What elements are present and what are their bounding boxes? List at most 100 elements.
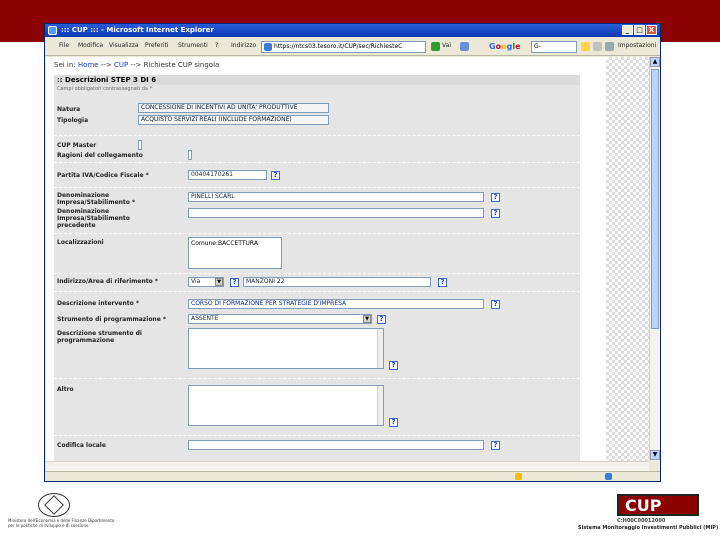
breadcrumb-sep-1: -->	[100, 61, 112, 69]
natura-label: Natura	[57, 106, 81, 113]
breadcrumb-current: Richieste CUP singola	[143, 61, 220, 69]
checker-background	[606, 57, 649, 461]
strumento-select[interactable]: ASSENTE	[188, 314, 372, 324]
help-icon[interactable]: ?	[389, 361, 398, 370]
breadcrumb-home[interactable]: Home	[78, 61, 99, 69]
menu-file[interactable]: File	[59, 42, 69, 49]
menu-modifica[interactable]: Modifica	[78, 42, 103, 49]
page-content: Sei in: Home --> CUP --> Richieste CUP s…	[46, 57, 649, 461]
sistema-caption: Sistema Monitoraggio Investimenti Pubbli…	[578, 525, 719, 531]
divider	[54, 162, 580, 163]
descrizione-input[interactable]: CORSO DI FORMAZIONE PER STRATEGIE D'IMPR…	[188, 299, 484, 309]
address-label: Indirizzo	[231, 42, 257, 49]
help-icon[interactable]: ?	[491, 300, 500, 309]
breadcrumb-prefix: Sei in:	[54, 61, 76, 69]
desc-strumento-label: Descrizione strumento di programmazione	[57, 330, 142, 344]
ie-icon	[48, 26, 57, 35]
chevron-down-icon[interactable]: ▼	[363, 315, 371, 323]
partita-iva-input[interactable]: 00404170261	[188, 170, 267, 180]
divider	[54, 378, 580, 379]
breadcrumb-sep-2: -->	[130, 61, 142, 69]
vertical-scrollbar[interactable]: ▲ ▼	[649, 57, 660, 461]
ragioni-label: Ragioni del collegamento	[57, 152, 143, 159]
republic-emblem-icon	[38, 493, 70, 517]
scroll-thumb[interactable]	[651, 69, 659, 329]
tipologia-field: ACQUISTO SERVIZI REALI (INCLUDE FORMAZIO…	[138, 115, 329, 125]
divider	[54, 435, 580, 436]
menu-strumenti[interactable]: Strumenti	[178, 42, 208, 49]
go-button[interactable]: Vai	[442, 42, 451, 49]
indirizzo-label: Indirizzo/Area di riferimento *	[57, 278, 158, 285]
codifica-input[interactable]	[188, 440, 484, 450]
impostazioni-button[interactable]: Impostazioni	[618, 42, 656, 49]
desc-strumento-textarea[interactable]	[188, 328, 384, 369]
cup-logo-text: CUP	[625, 496, 662, 515]
menu-preferiti[interactable]: Preferiti	[145, 42, 169, 49]
menu-help[interactable]: ?	[215, 42, 218, 49]
browser-window: ::: CUP ::: - Microsoft Internet Explore…	[44, 23, 661, 482]
partita-iva-label: Partita IVA/Codice Fiscale *	[57, 172, 149, 179]
menu-toolbar: File Modifica Visualizza Preferiti Strum…	[45, 38, 660, 56]
toolbar-options-icon[interactable]	[593, 42, 602, 51]
google-search-input[interactable]: G-	[531, 41, 577, 53]
descrizione-label: Descrizione intervento *	[57, 300, 139, 307]
altro-textarea[interactable]	[188, 385, 384, 426]
tipologia-label: Tipologia	[57, 117, 89, 124]
help-icon[interactable]: ?	[491, 209, 500, 218]
altro-label: Altro	[57, 386, 74, 393]
textarea-scrollbar[interactable]	[377, 386, 383, 425]
google-toolbar-logo[interactable]: Google	[489, 41, 521, 53]
step-header: :: Descrizioni STEP 3 DI 6	[54, 75, 580, 85]
help-icon[interactable]: ?	[377, 315, 386, 324]
address-url: https://ntcs03.tesoro.it/CUP/sec/Richies…	[274, 43, 403, 50]
strumento-label: Strumento di programmazione *	[57, 316, 167, 323]
divider	[54, 273, 580, 274]
denominazione-input[interactable]: PINELLI SCARL	[188, 192, 484, 202]
breadcrumb: Sei in: Home --> CUP --> Richieste CUP s…	[54, 61, 219, 69]
settings-icon[interactable]	[605, 42, 614, 51]
go-arrow-icon[interactable]	[431, 42, 440, 51]
cup-master-checkbox[interactable]	[138, 140, 142, 150]
codifica-label: Codifica locale	[57, 442, 106, 449]
maximize-button[interactable]: □	[634, 25, 645, 35]
required-note: Campi obbligatori contrassegnati da *	[57, 86, 153, 92]
status-bar	[45, 471, 660, 481]
textarea-scrollbar[interactable]	[377, 329, 383, 368]
denom-prec-label: Denominazione Impresa/Stabilimento prece…	[57, 208, 130, 229]
footer: Ministero dell'Economia e delle Finanze …	[0, 485, 720, 540]
help-icon[interactable]: ?	[438, 278, 447, 287]
divider	[54, 291, 580, 292]
ragioni-field[interactable]	[188, 150, 192, 160]
help-icon[interactable]: ?	[491, 193, 500, 202]
cup-form: :: Descrizioni STEP 3 DI 6 Campi obbliga…	[54, 75, 580, 461]
search-go-icon[interactable]	[581, 42, 590, 51]
denom-prec-input[interactable]	[188, 208, 484, 218]
localizzazioni-label: Localizzazioni	[57, 239, 104, 246]
lock-icon	[515, 473, 522, 480]
help-icon[interactable]: ?	[230, 278, 239, 287]
help-icon[interactable]: ?	[389, 418, 398, 427]
minimize-button[interactable]: _	[622, 25, 633, 35]
ministry-caption: Ministero dell'Economia e delle Finanze …	[8, 518, 115, 528]
scroll-down-icon[interactable]: ▼	[650, 450, 660, 460]
breadcrumb-cup[interactable]: CUP	[114, 61, 128, 69]
denominazione-label: Denominazione Impresa/Stabilimento *	[57, 192, 136, 206]
cup-logo: CUP	[617, 494, 699, 516]
chevron-down-icon[interactable]: ▼	[215, 278, 223, 286]
divider	[54, 233, 580, 234]
horizontal-scrollbar[interactable]	[46, 461, 649, 471]
title-bar: ::: CUP ::: - Microsoft Internet Explore…	[45, 24, 660, 37]
address-bar[interactable]: https://ntcs03.tesoro.it/CUP/sec/Richies…	[261, 41, 426, 53]
menu-visualizza[interactable]: Visualizza	[109, 42, 139, 49]
natura-field: CONCESSIONE DI INCENTIVI AD UNITA' PRODU…	[138, 103, 329, 113]
indirizzo-input[interactable]: MANZONI 22	[243, 277, 431, 287]
cup-code: C:H00C00012000	[617, 518, 666, 524]
scroll-up-icon[interactable]: ▲	[650, 57, 660, 67]
help-icon[interactable]: ?	[491, 441, 500, 450]
help-icon[interactable]: ?	[271, 171, 280, 180]
window-title: ::: CUP ::: - Microsoft Internet Explore…	[61, 26, 214, 34]
localizzazioni-list[interactable]: Comune:BACCETTURA	[188, 237, 282, 269]
links-icon[interactable]	[460, 42, 469, 51]
emblem-star-icon	[44, 495, 64, 515]
close-button[interactable]: X	[646, 25, 657, 35]
